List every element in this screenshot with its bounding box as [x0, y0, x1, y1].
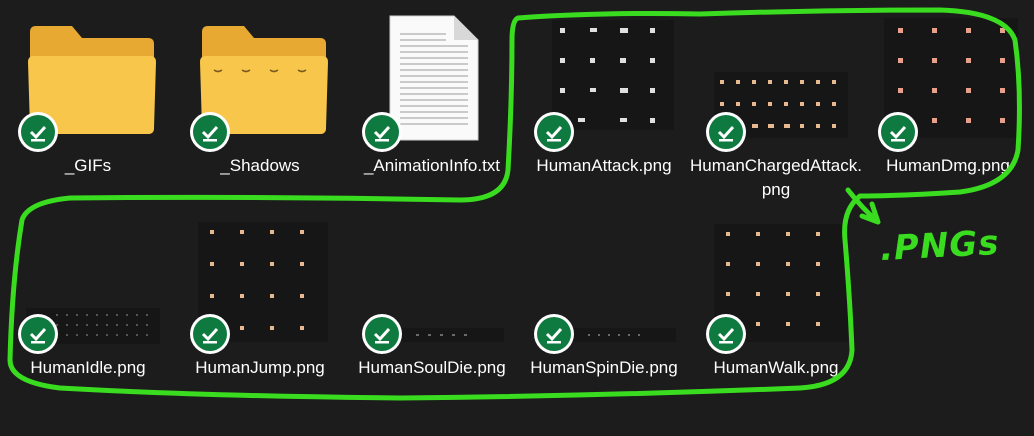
- file-name[interactable]: HumanSpinDie.png: [518, 356, 690, 380]
- file-name[interactable]: HumanIdle.png: [2, 356, 174, 380]
- file-name[interactable]: HumanJump.png: [174, 356, 346, 380]
- file-name[interactable]: HumanWalk.png: [690, 356, 862, 380]
- sync-status-icon: [18, 314, 58, 354]
- file-name[interactable]: _GIFs: [2, 154, 174, 178]
- sync-status-icon: [706, 314, 746, 354]
- file-name[interactable]: HumanAttack.png: [518, 154, 690, 178]
- sync-status-icon: [190, 314, 230, 354]
- sync-status-icon: [534, 314, 574, 354]
- sync-status-icon: [534, 112, 574, 152]
- sync-status-icon: [878, 112, 918, 152]
- annotation-label: .PNGs: [879, 222, 1001, 270]
- file-name[interactable]: HumanSoulDie.png: [346, 356, 518, 380]
- sync-status-icon: [18, 112, 58, 152]
- sync-status-icon: [362, 314, 402, 354]
- file-name[interactable]: _AnimationInfo.txt: [346, 154, 518, 178]
- file-name[interactable]: HumanChargedAttack.png: [690, 154, 862, 202]
- file-name[interactable]: _Shadows: [174, 154, 346, 178]
- sync-status-icon: [362, 112, 402, 152]
- sync-status-icon: [706, 112, 746, 152]
- file-name[interactable]: HumanDmg.png: [862, 154, 1034, 178]
- sprite-sheet-thumbnail: [552, 20, 674, 130]
- sync-status-icon: [190, 112, 230, 152]
- text-file-icon: [389, 15, 479, 141]
